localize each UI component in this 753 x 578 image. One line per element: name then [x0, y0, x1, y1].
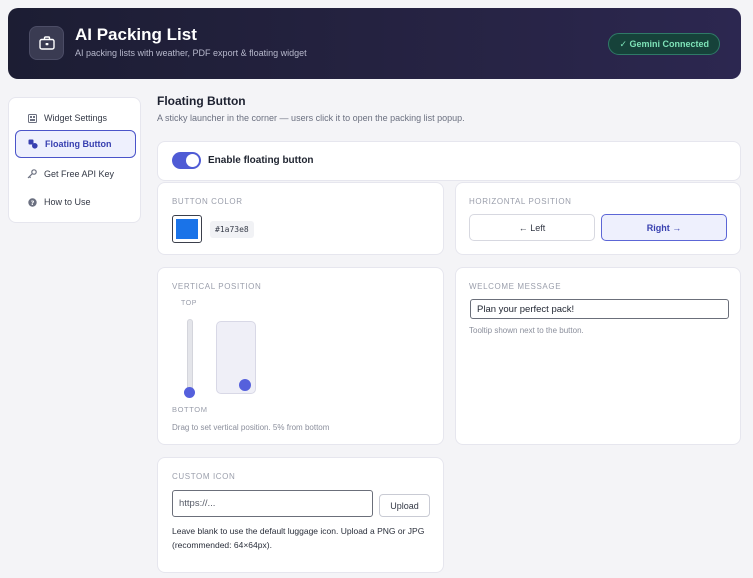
welcome-message-hint: Tooltip shown next to the button.: [469, 326, 584, 335]
button-color-card: BUTTON COLOR #1a73e8: [157, 182, 444, 255]
upload-button[interactable]: Upload: [379, 494, 430, 517]
vertical-slider-track[interactable]: [187, 319, 193, 392]
custom-icon-label: CUSTOM ICON: [172, 472, 236, 481]
slider-bottom-label: BOTTOM: [172, 405, 208, 414]
sidebar-item-how-to-use[interactable]: ? How to Use: [15, 188, 136, 216]
section-title: Floating Button: [157, 94, 246, 108]
enable-toggle[interactable]: [172, 152, 201, 169]
toggle-knob: [186, 154, 199, 167]
key-icon: [27, 169, 37, 179]
vertical-slider-thumb[interactable]: [184, 387, 195, 398]
color-swatch[interactable]: [172, 215, 202, 243]
sidebar-item-floating-button[interactable]: Floating Button: [15, 130, 136, 158]
button-color-label: BUTTON COLOR: [172, 197, 243, 206]
horizontal-position-label: HORIZONTAL POSITION: [469, 197, 572, 206]
sidebar-item-label: How to Use: [44, 197, 91, 207]
vertical-position-label: VERTICAL POSITION: [172, 282, 262, 291]
app-subtitle: AI packing lists with weather, PDF expor…: [75, 48, 307, 58]
position-left-button[interactable]: ← Left: [469, 214, 595, 241]
sidebar-item-api-key[interactable]: Get Free API Key: [15, 160, 136, 188]
sidebar: Widget Settings Floating Button Get Free…: [8, 97, 141, 223]
horizontal-position-card: HORIZONTAL POSITION ← Left Right →: [455, 182, 741, 255]
sidebar-item-widget-settings[interactable]: Widget Settings: [15, 104, 136, 132]
sidebar-item-label: Widget Settings: [44, 113, 108, 123]
vertical-position-card: VERTICAL POSITION TOP BOTTOM Drag to set…: [157, 267, 444, 445]
preview-button-dot: [239, 379, 251, 391]
help-icon: ?: [27, 197, 37, 207]
welcome-message-label: WELCOME MESSAGE: [469, 282, 562, 291]
enable-card: Enable floating button: [157, 141, 741, 181]
custom-icon-url-input[interactable]: [172, 490, 373, 517]
vertical-position-hint: Drag to set vertical position. 5% from b…: [172, 423, 330, 432]
grid-icon: [27, 113, 37, 123]
color-swatch-fill: [176, 219, 198, 239]
welcome-message-card: WELCOME MESSAGE Tooltip shown next to th…: [455, 267, 741, 445]
custom-icon-help: Leave blank to use the default luggage i…: [172, 526, 425, 550]
sidebar-item-label: Get Free API Key: [44, 169, 115, 179]
section-description: A sticky launcher in the corner — users …: [157, 113, 465, 123]
enable-toggle-label: Enable floating button: [208, 155, 314, 166]
position-right-button[interactable]: Right →: [601, 214, 727, 241]
briefcase-icon: [29, 26, 64, 60]
welcome-message-input[interactable]: [470, 299, 729, 319]
slider-top-label: TOP: [181, 300, 198, 307]
sidebar-item-label: Floating Button: [45, 139, 112, 149]
app-header: AI Packing List AI packing lists with we…: [8, 8, 741, 79]
custom-icon-card: CUSTOM ICON Upload Leave blank to use th…: [157, 457, 444, 573]
connection-status-badge: ✓ Gemini Connected: [608, 33, 720, 55]
color-hex-value: #1a73e8: [210, 221, 254, 238]
svg-text:?: ?: [30, 199, 34, 207]
shapes-icon: [28, 139, 38, 149]
app-title: AI Packing List: [75, 25, 197, 44]
